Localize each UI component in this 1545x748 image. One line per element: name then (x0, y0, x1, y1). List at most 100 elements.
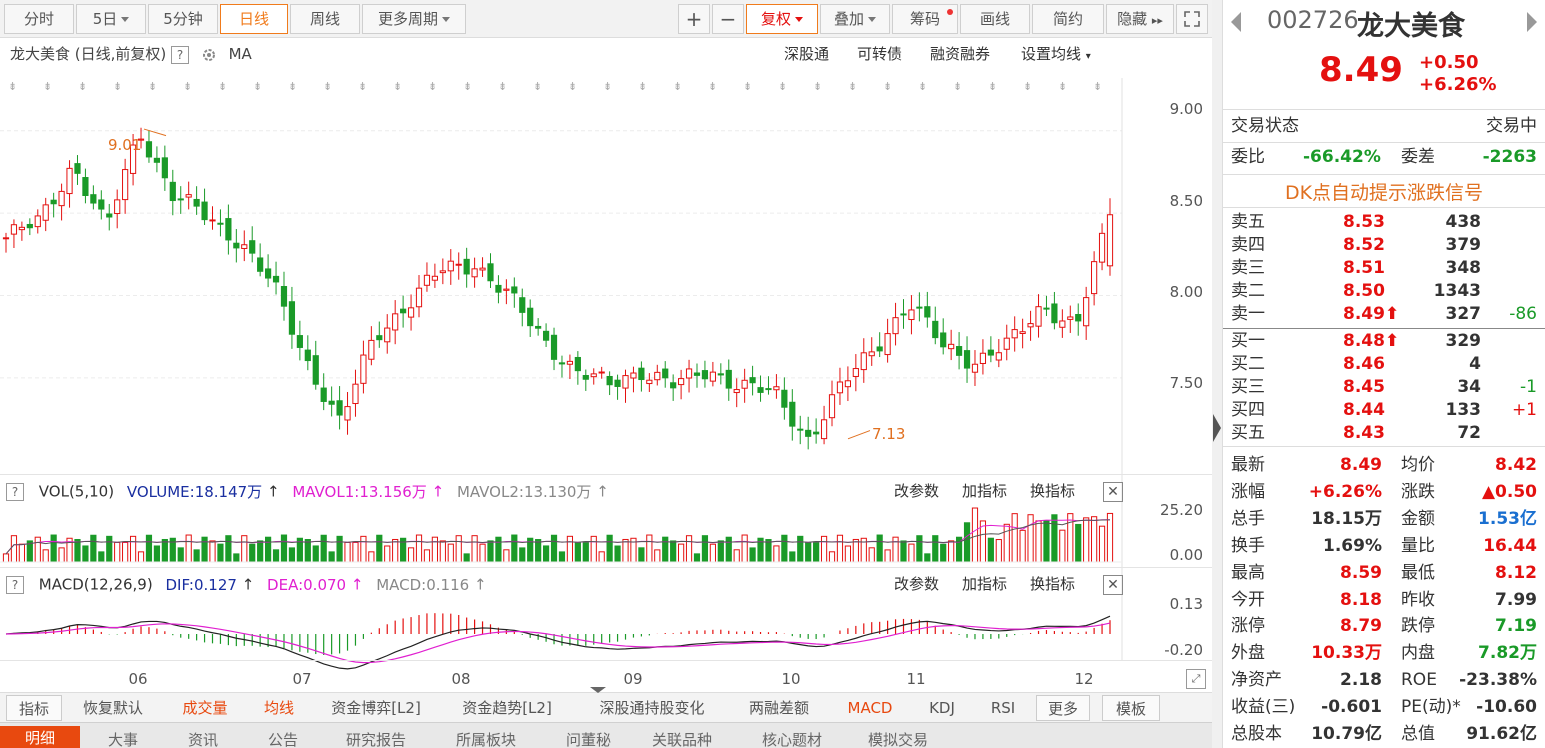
collapse-panel-icon[interactable] (1213, 414, 1221, 442)
candle-body (932, 320, 939, 339)
tab-template[interactable]: 模板 (1102, 695, 1160, 721)
volume-bar (272, 549, 280, 563)
tab-ma[interactable]: 均线 (252, 695, 306, 721)
macd-switch-indicator[interactable]: 换指标 (1030, 569, 1075, 599)
high-annotation: 9.01 (108, 136, 142, 154)
stat-label: 均价 (1401, 455, 1435, 475)
candle-body (352, 383, 359, 405)
ask-label: 卖四 (1231, 235, 1265, 255)
fullscreen-button[interactable] (1176, 4, 1208, 34)
tab-news[interactable]: 资讯 (188, 729, 218, 748)
macd-add-indicator[interactable]: 加指标 (962, 569, 1007, 599)
volume-bar (511, 534, 518, 563)
period-5min-button[interactable]: 5分钟 (148, 4, 218, 34)
more-periods-button[interactable]: 更多周期 (362, 4, 466, 34)
dk-signal-banner[interactable]: DK点自动提示涨跌信号 (1223, 178, 1545, 205)
tab-research[interactable]: 研究报告 (346, 729, 406, 748)
volume-bar (892, 536, 899, 563)
tab-indicator[interactable]: 指标 (6, 695, 62, 721)
draw-button[interactable]: 画线 (960, 4, 1030, 34)
stat-value: 8.59 (1340, 562, 1382, 583)
tab-shengutong-holding[interactable]: 深股通持股变化 (578, 695, 726, 721)
period-weekly-button[interactable]: 周线 (290, 4, 360, 34)
volume-bar (98, 551, 105, 563)
candle-body (614, 379, 621, 387)
tab-margin-diff[interactable]: 两融差额 (734, 695, 824, 721)
candle-body (598, 371, 605, 374)
tab-events[interactable]: 大事 (108, 729, 138, 748)
panel-splitter[interactable] (1212, 0, 1222, 748)
tab-core-theme[interactable]: 核心题材 (762, 729, 822, 748)
volume-bar (836, 534, 844, 563)
tab-fund-trend[interactable]: 资金趋势[L2] (446, 695, 568, 721)
collapse-arrow-icon[interactable] (590, 687, 606, 693)
period-5day-button[interactable]: 5日 (76, 4, 146, 34)
macd-close-icon[interactable]: ✕ (1103, 575, 1123, 595)
simple-button[interactable]: 简约 (1032, 4, 1104, 34)
candle-body (955, 346, 963, 356)
tab-fund-game[interactable]: 资金博弈[L2] (316, 695, 436, 721)
volume-bar (471, 535, 478, 563)
expand-icon[interactable]: ⤢ (1186, 669, 1206, 689)
tab-kdj[interactable]: KDJ (914, 695, 970, 721)
help-icon[interactable]: ? (6, 482, 24, 501)
macd-change-param[interactable]: 改参数 (894, 569, 939, 599)
next-stock-icon[interactable] (1527, 12, 1537, 32)
overlay-label: 叠加 (833, 10, 864, 28)
prev-stock-icon[interactable] (1231, 12, 1241, 32)
chips-button[interactable]: 筹码 (892, 4, 958, 34)
up-arrow-icon: ↑ (591, 482, 609, 501)
candle-body (844, 380, 851, 388)
candle-body (42, 204, 49, 221)
zoom-out-button[interactable]: − (712, 4, 744, 34)
tab-more[interactable]: 更多 (1036, 695, 1090, 721)
period-daily-button[interactable]: 日线 (220, 4, 288, 34)
stat-value: -23.38% (1459, 670, 1537, 691)
fuquan-button[interactable]: 复权 (746, 4, 818, 34)
tab-related[interactable]: 关联品种 (652, 729, 712, 748)
volume-bar (685, 535, 693, 563)
overlay-button[interactable]: 叠加 (820, 4, 890, 34)
bid-label: 买二 (1231, 354, 1265, 374)
tab-sim-trade[interactable]: 模拟交易 (868, 729, 928, 748)
vol-mavol2: MAVOL2:13.130万 (456, 482, 592, 501)
candle-body (233, 242, 240, 249)
zoom-in-button[interactable]: + (678, 4, 710, 34)
stat-value: 7.99 (1495, 589, 1537, 610)
ask-label: 卖五 (1231, 212, 1265, 232)
candle-body (153, 157, 161, 163)
vol-add-indicator[interactable]: 加指标 (962, 476, 1007, 506)
stat-label: 最新 (1231, 455, 1265, 475)
tab-detail[interactable]: 明细 (0, 726, 80, 748)
tab-announcement[interactable]: 公告 (268, 729, 298, 748)
up-arrow-icon: ↑ (346, 575, 364, 594)
candle-body (646, 379, 653, 385)
month-07: 07 (292, 670, 312, 688)
status-label: 交易状态 (1231, 116, 1299, 136)
tab-rsi[interactable]: RSI (978, 695, 1028, 721)
volume-bar (106, 535, 113, 563)
volume-bar (34, 536, 41, 563)
volume-bar (280, 534, 288, 563)
candle-body (423, 274, 431, 286)
volume-bar (963, 522, 971, 563)
help-icon[interactable]: ? (6, 575, 24, 594)
tab-ask-secretary[interactable]: 问董秘 (566, 729, 611, 748)
volume-bar (765, 539, 772, 563)
event-marker-icon: ⇟ (463, 80, 472, 93)
candle-body (749, 377, 756, 384)
period-fenshi-button[interactable]: 分时 (4, 4, 74, 34)
stat-row: 今开 8.18 昨收 7.99 (1231, 589, 1537, 612)
macd-label: MACD(12,26,9) (38, 575, 153, 594)
vol-switch-indicator[interactable]: 换指标 (1030, 476, 1075, 506)
tab-restore-default[interactable]: 恢复默认 (70, 695, 156, 721)
candle-body (479, 267, 486, 271)
volume-bar (701, 535, 709, 563)
tab-volume[interactable]: 成交量 (168, 695, 242, 721)
tab-sector[interactable]: 所属板块 (456, 729, 516, 748)
vol-close-icon[interactable]: ✕ (1103, 482, 1123, 502)
tab-macd[interactable]: MACD (834, 695, 906, 721)
vol-change-param[interactable]: 改参数 (894, 476, 939, 506)
candle-body (122, 169, 129, 201)
hide-button[interactable]: 隐藏 ▸▸ (1106, 4, 1174, 34)
